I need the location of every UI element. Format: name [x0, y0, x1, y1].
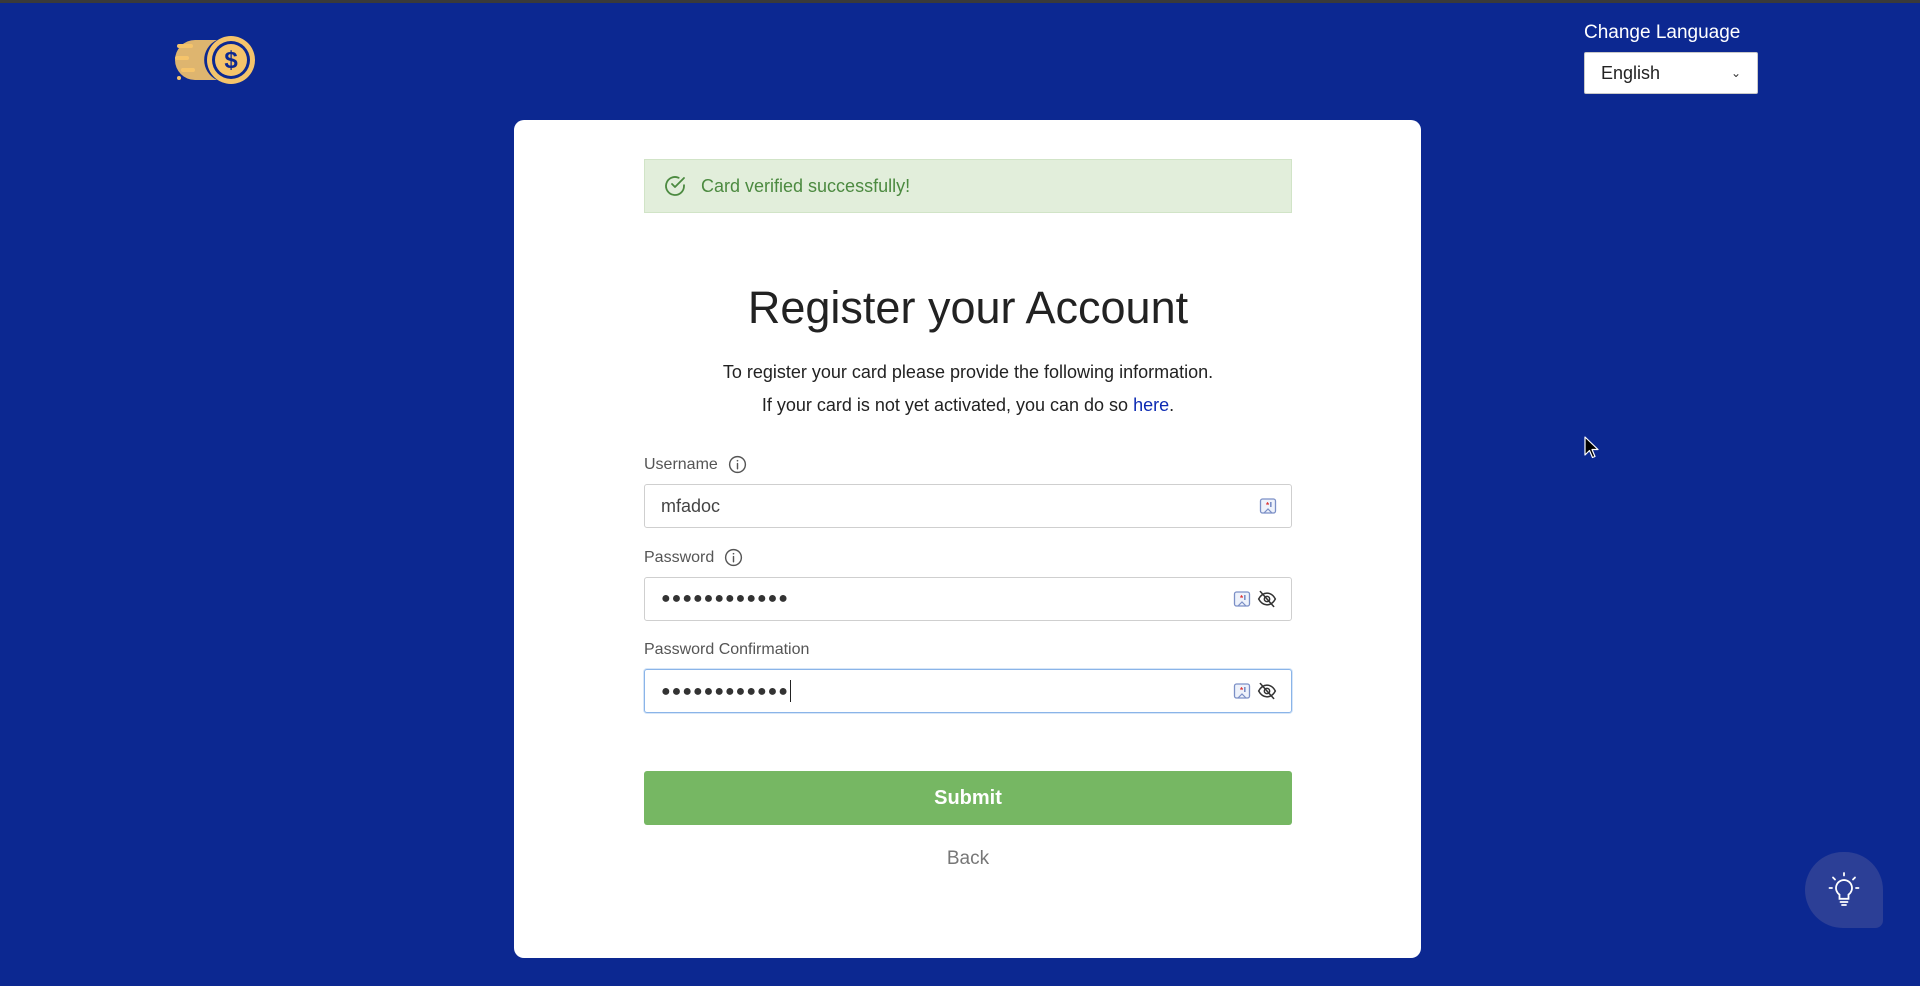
activate-card-link[interactable]: here	[1133, 395, 1169, 415]
password-group: Password ●●●●●●●●●●●● *	[644, 548, 1292, 621]
description-line-2: If your card is not yet activated, you c…	[644, 389, 1292, 422]
password-confirmation-label: Password Confirmation	[644, 641, 810, 658]
page-title: Register your Account	[747, 282, 1189, 333]
password-confirmation-value: ●●●●●●●●●●●●	[661, 682, 789, 700]
password-manager-icon[interactable]: *	[1259, 497, 1277, 515]
language-label: Change Language	[1584, 22, 1741, 43]
description-line-2-prefix: If your card is not yet activated, you c…	[761, 395, 1134, 415]
password-manager-icon[interactable]: *	[1233, 682, 1251, 700]
submit-button[interactable]: Submit	[644, 771, 1292, 825]
password-label: Password	[644, 548, 715, 566]
logo-icon[interactable]: $	[175, 34, 259, 86]
info-icon[interactable]	[724, 548, 743, 567]
password-confirmation-input[interactable]: ●●●●●●●●●●●● *	[644, 669, 1292, 713]
username-input-icons: *	[1259, 497, 1277, 515]
info-icon[interactable]	[728, 455, 747, 474]
svg-text:$: $	[224, 47, 238, 74]
success-alert: Card verified successfully!	[644, 159, 1292, 213]
username-group: Username mfadoc *	[644, 455, 1292, 528]
help-bubble-button[interactable]	[1805, 852, 1883, 928]
language-selected-value: English	[1601, 62, 1661, 83]
mouse-cursor-icon	[1584, 436, 1599, 459]
password-confirmation-group: Password Confirmation ●●●●●●●●●●●● *	[644, 641, 1292, 713]
lightbulb-icon	[1828, 872, 1860, 906]
password-label-row: Password	[644, 548, 1292, 567]
username-label: Username	[644, 455, 718, 473]
username-label-row: Username	[644, 455, 1292, 474]
password-input-icons: *	[1233, 589, 1277, 609]
eye-off-icon[interactable]	[1257, 681, 1277, 701]
text-caret	[789, 680, 791, 703]
username-input[interactable]: mfadoc *	[644, 484, 1292, 528]
eye-off-icon[interactable]	[1257, 589, 1277, 609]
description-line-1: To register your card please provide the…	[722, 362, 1214, 382]
password-input[interactable]: ●●●●●●●●●●●● *	[644, 577, 1292, 621]
password-confirmation-value-wrap: ●●●●●●●●●●●●	[661, 680, 791, 703]
password-confirmation-input-icons: *	[1233, 681, 1277, 701]
page-description: To register your card please provide the…	[644, 356, 1292, 422]
chevron-down-icon: ⌄	[1730, 66, 1741, 80]
check-circle-icon	[665, 176, 685, 196]
username-value: mfadoc	[661, 495, 721, 516]
top-border	[0, 0, 1920, 3]
language-select[interactable]: English ⌄	[1584, 52, 1758, 94]
register-card: Card verified successfully! Register you…	[514, 120, 1421, 958]
language-switcher: Change Language English ⌄	[1584, 22, 1760, 94]
success-alert-message: Card verified successfully!	[701, 175, 911, 196]
password-manager-icon[interactable]: *	[1233, 590, 1251, 608]
password-value: ●●●●●●●●●●●●	[661, 590, 789, 607]
back-link[interactable]: Back	[644, 848, 1292, 870]
password-confirmation-label-row: Password Confirmation	[644, 641, 1292, 659]
description-line-2-suffix: .	[1169, 395, 1175, 415]
